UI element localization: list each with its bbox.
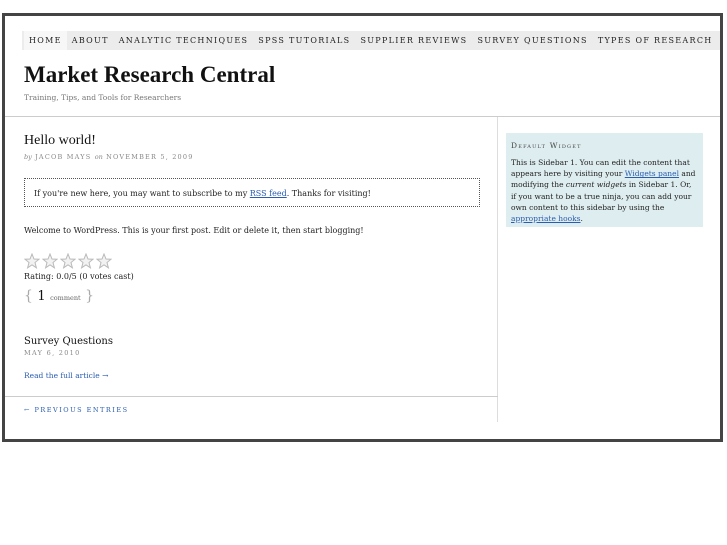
comment-count[interactable]: { 1 comment } [24,288,94,304]
previous-entries-link[interactable]: ← PREVIOUS ENTRIES [24,406,129,414]
comment-number: 1 [37,289,46,304]
widget-text-4: . [580,214,583,224]
header-divider [5,116,720,117]
post-byline: by JACOB MAYS on NOVEMBER 5, 2009 [24,153,194,161]
post2-title[interactable]: Survey Questions [24,336,113,347]
widget-title: Default Widget [511,141,582,150]
nav-item-about[interactable]: ABOUT [67,31,114,50]
sidebar-widget: Default Widget This is Sidebar 1. You ca… [506,133,703,227]
notice-text-before: If you're new here, you may want to subs… [34,189,250,198]
site-title[interactable]: Market Research Central [24,62,275,88]
nav-item-home[interactable]: HOME [24,31,67,50]
content-divider [5,396,498,397]
comment-brace-open: { [24,288,33,304]
notice-text-after: . Thanks for visiting! [286,189,371,198]
page-frame: HOME ABOUT ANALYTIC TECHNIQUES SPSS TUTO… [2,13,723,442]
post2-date: MAY 6, 2010 [24,349,81,357]
widget-text: This is Sidebar 1. You can edit the cont… [511,157,698,224]
star-icon[interactable] [42,253,58,269]
main-nav: HOME ABOUT ANALYTIC TECHNIQUES SPSS TUTO… [22,31,720,50]
sidebar-divider [497,117,498,422]
widget-emphasis: current widgets [565,180,627,190]
rating-stars [24,253,112,269]
appropriate-hooks-link[interactable]: appropriate hooks [511,214,581,223]
rating-text: Rating: 0.0/5 (0 votes cast) [24,272,134,281]
byline-on: on [94,153,103,161]
byline-by: by [24,153,32,161]
star-icon[interactable] [24,253,40,269]
nav-item-types-of-research[interactable]: TYPES OF RESEARCH [593,31,718,50]
rss-feed-link[interactable]: RSS feed [250,189,287,198]
nav-item-analytic-techniques[interactable]: ANALYTIC TECHNIQUES [114,31,254,50]
post-body: Welcome to WordPress. This is your first… [24,226,364,235]
star-icon[interactable] [96,253,112,269]
star-icon[interactable] [60,253,76,269]
nav-item-survey-questions[interactable]: SURVEY QUESTIONS [472,31,592,50]
subscribe-notice: If you're new here, you may want to subs… [24,178,480,207]
comment-word: comment [50,294,81,302]
post-title[interactable]: Hello world! [24,133,96,149]
widgets-panel-link[interactable]: Widgets panel [625,169,679,178]
site-tagline: Training, Tips, and Tools for Researcher… [24,93,182,102]
comment-brace-close: } [85,288,95,304]
read-full-article-link[interactable]: Read the full article → [24,371,108,380]
star-icon[interactable] [78,253,94,269]
post-date: NOVEMBER 5, 2009 [106,153,194,161]
nav-item-spss-tutorials[interactable]: SPSS TUTORIALS [253,31,355,50]
nav-item-supplier-reviews[interactable]: SUPPLIER REVIEWS [355,31,472,50]
post-author: JACOB MAYS [35,153,92,161]
